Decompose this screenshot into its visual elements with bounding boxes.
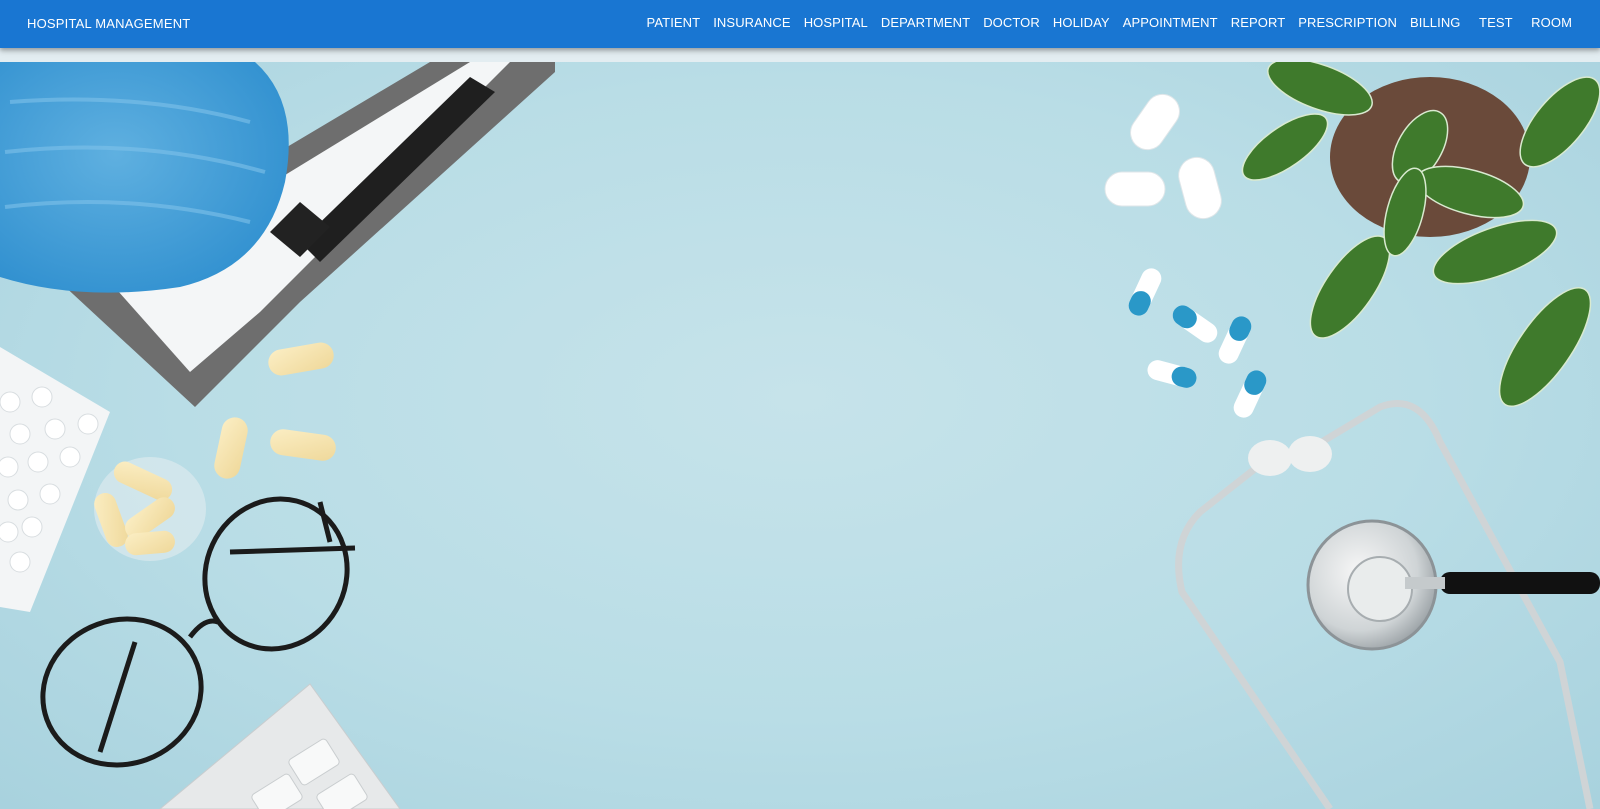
nav-item-report[interactable]: REPORT <box>1224 15 1292 30</box>
nav-item-appointment[interactable]: APPOINTMENT <box>1116 15 1224 30</box>
hero-background <box>0 62 1600 809</box>
nav-item-billing[interactable]: BILLING <box>1403 15 1467 30</box>
hero-illustration <box>0 62 1600 809</box>
plant <box>1241 62 1600 407</box>
main-nav: PATIENT INSURANCE HOSPITAL DEPARTMENT DO… <box>640 0 1600 44</box>
keyboard <box>159 683 401 809</box>
nav-item-hospital[interactable]: HOSPITAL <box>797 15 874 30</box>
app-title[interactable]: HOSPITAL MANAGEMENT <box>27 16 190 31</box>
nav-item-insurance[interactable]: INSURANCE <box>707 15 797 30</box>
nav-item-prescription[interactable]: PRESCRIPTION <box>1292 15 1404 30</box>
nav-item-patient[interactable]: PATIENT <box>640 15 707 30</box>
nav-item-holiday[interactable]: HOLIDAY <box>1046 15 1116 30</box>
white-pills <box>1104 93 1222 220</box>
appbar-spacer <box>0 48 1600 62</box>
app-bar: HOSPITAL MANAGEMENT PATIENT INSURANCE HO… <box>0 0 1600 48</box>
nav-item-doctor[interactable]: DOCTOR <box>977 15 1047 30</box>
nav-item-test[interactable]: TEST <box>1467 15 1519 30</box>
stethoscope <box>1175 400 1600 809</box>
nav-item-department[interactable]: DEPARTMENT <box>874 15 976 30</box>
nav-item-room[interactable]: ROOM <box>1519 15 1600 30</box>
blue-capsules <box>1128 268 1267 418</box>
pill-blister <box>0 347 110 612</box>
